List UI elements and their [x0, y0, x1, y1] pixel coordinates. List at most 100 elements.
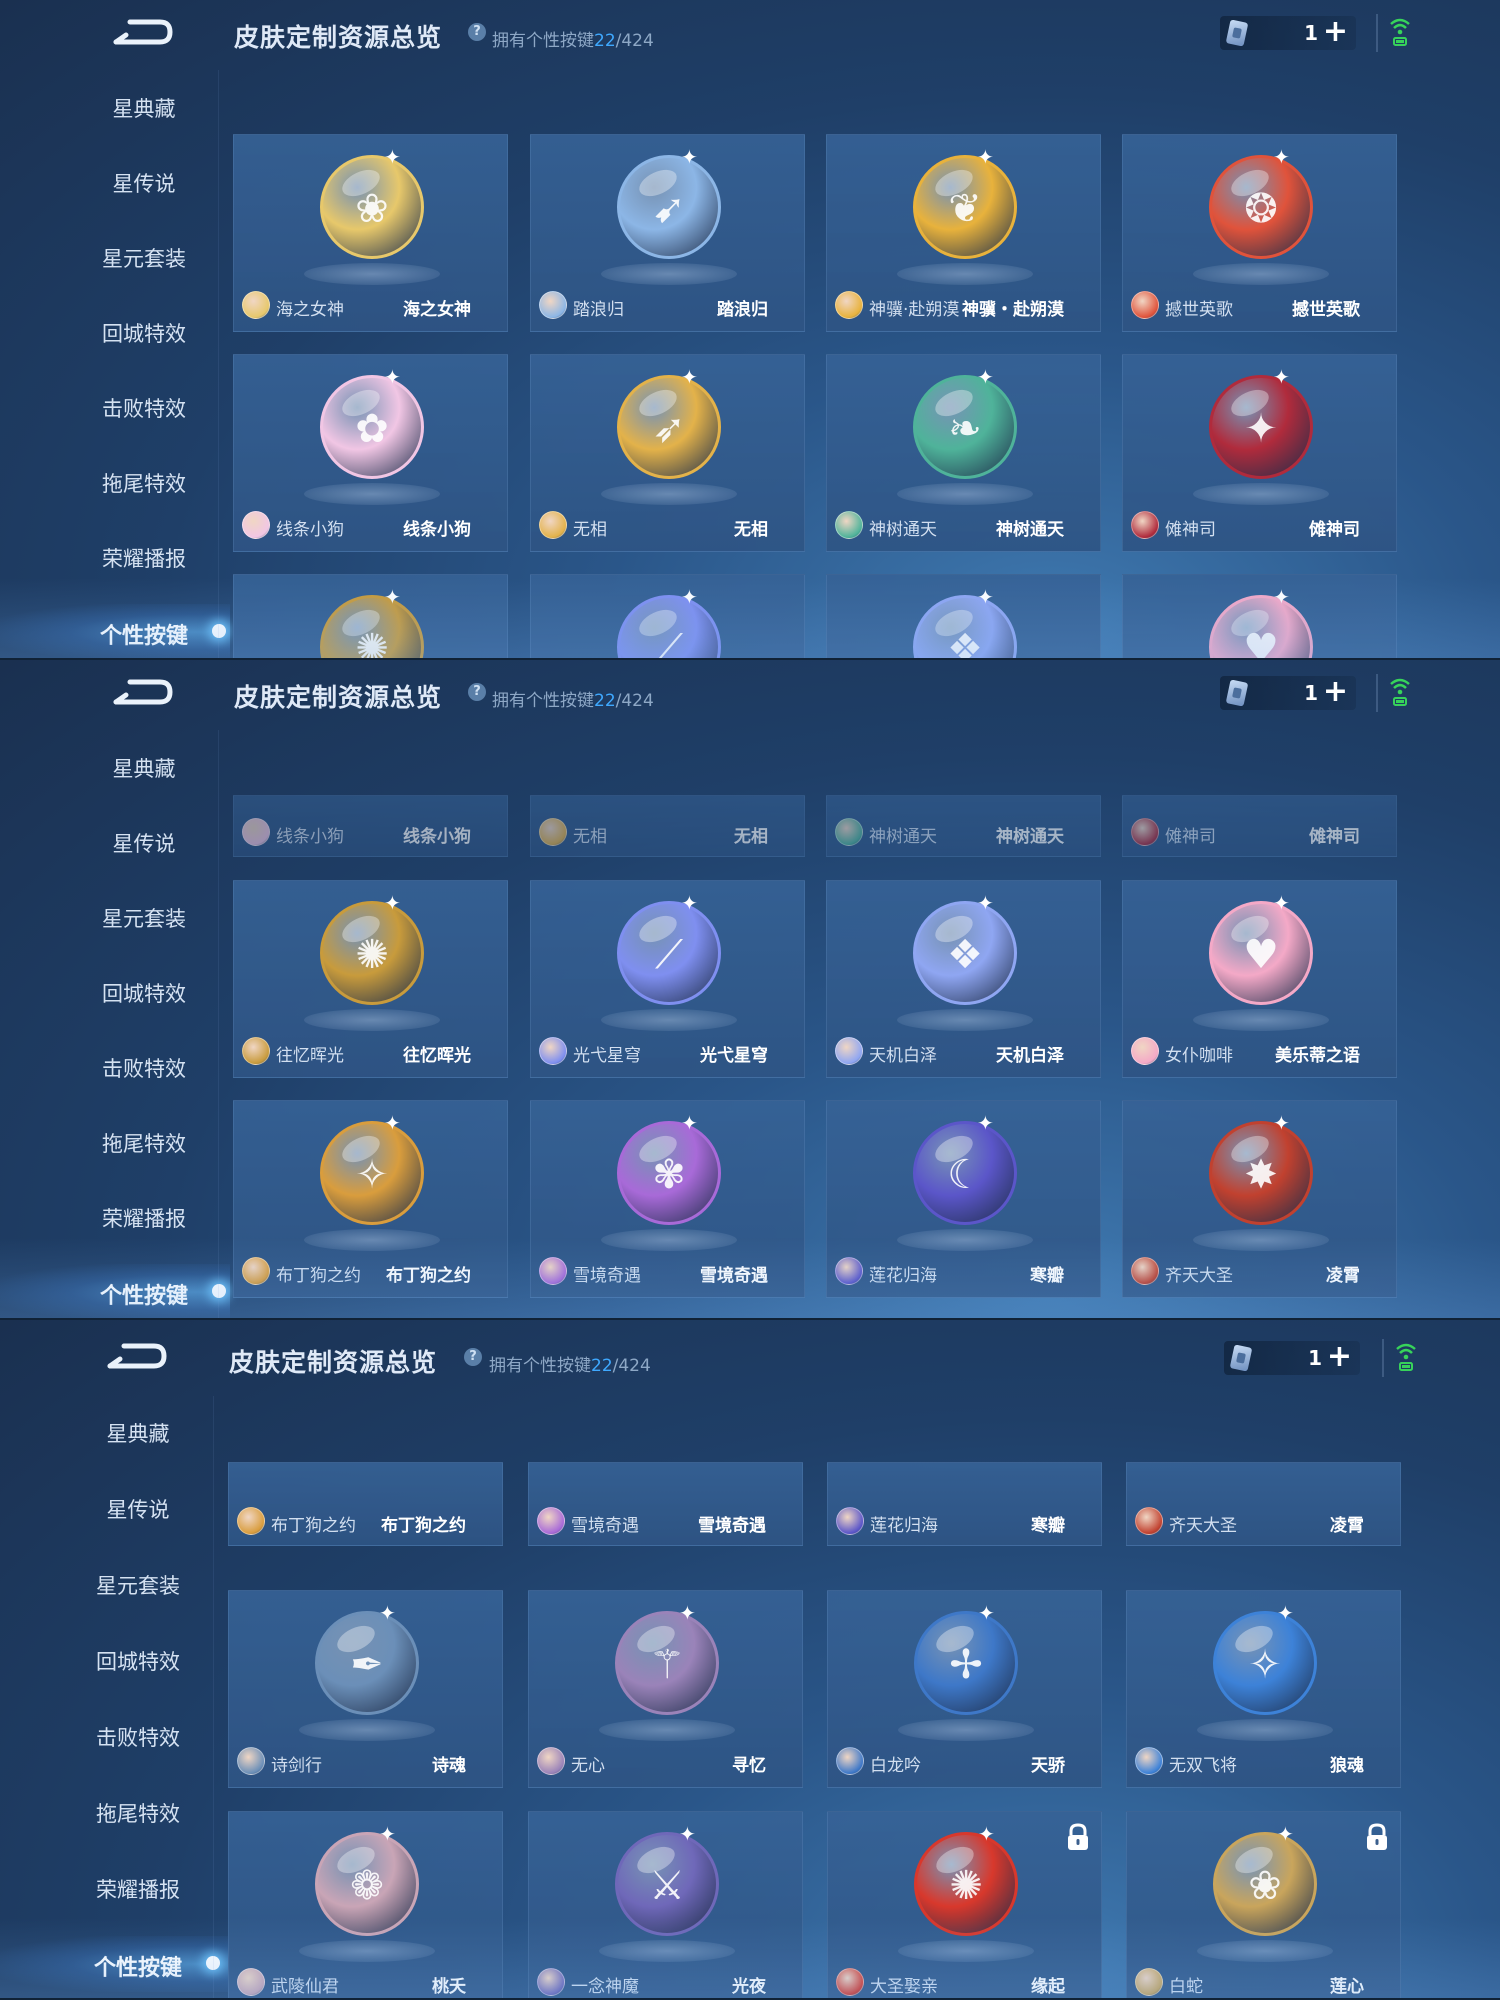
skin-card[interactable]: ✧ ✦ 无双飞将 狼魂 [1126, 1590, 1401, 1788]
skin-card[interactable]: ☾✦莲花归海寒瓣 [826, 1100, 1101, 1298]
skin-card[interactable]: ♥ ✦ [1122, 574, 1397, 660]
hero-name: 莲花归海 [870, 1516, 938, 1536]
skin-card[interactable]: ❀ ✦ 白蛇 莲心 [1126, 1811, 1401, 1998]
hero-avatar [1135, 1747, 1163, 1775]
back-arrow-icon[interactable] [110, 678, 176, 708]
skin-card[interactable]: ✺ ✦ 大圣娶亲 缘起 [827, 1811, 1102, 1998]
hero-name: 傩神司 [1165, 520, 1216, 540]
sidebar-item-kill-effect[interactable]: 击败特效 [60, 393, 228, 423]
sidebar-item-custom-buttons[interactable]: 个性按键 [54, 1950, 222, 1982]
sparkle-icon: ✦ [379, 1601, 396, 1625]
skin-card[interactable]: ✒ ✦ 诗剑行 诗魂 [228, 1590, 503, 1788]
hero-avatar [539, 1037, 567, 1065]
sidebar-item-star-collection[interactable]: 星典藏 [60, 93, 228, 123]
skin-card[interactable]: ❂ ✦ 撼世英歌 撼世英歌 [1122, 134, 1397, 332]
wifi-signal-icon [1390, 678, 1410, 706]
hero-avatar [1131, 511, 1159, 539]
skin-card[interactable]: ❧✦神树通天神树通天 [826, 795, 1101, 857]
skin-card[interactable]: ✧✦布丁狗之约布丁狗之约 [228, 1462, 503, 1546]
help-icon[interactable]: ? [468, 683, 486, 701]
orb-reflection [601, 1229, 737, 1251]
hero-avatar [537, 1507, 565, 1535]
skin-card[interactable]: ⚔ ✦ 一念神魔 光夜 [528, 1811, 803, 1998]
skin-card[interactable]: ✧✦布丁狗之约布丁狗之约 [233, 1100, 508, 1298]
sparkle-icon: ✦ [681, 365, 698, 389]
skin-card[interactable]: ✺ ✦ [233, 574, 508, 658]
skin-card[interactable]: ✿✦线条小狗线条小狗 [233, 795, 508, 857]
sidebar-item-kill-effect[interactable]: 击败特效 [60, 1053, 228, 1083]
hero-avatar [237, 1968, 265, 1996]
sidebar-item-trail-effect[interactable]: 拖尾特效 [60, 468, 228, 498]
sidebar-item-star-suit[interactable]: 星元套装 [54, 1570, 222, 1600]
header-divider [1382, 1339, 1384, 1377]
hero-avatar [1131, 1257, 1159, 1285]
help-icon[interactable]: ? [464, 1348, 482, 1366]
sidebar-item-custom-buttons[interactable]: 个性按键 [60, 618, 228, 650]
skin-card[interactable]: ☾✦莲花归海寒瓣 [827, 1462, 1102, 1546]
help-icon[interactable]: ? [468, 23, 486, 41]
skin-card[interactable]: ➶✦无相无相 [530, 795, 805, 857]
hero-name: 线条小狗 [276, 827, 344, 847]
add-currency-icon[interactable]: + [1323, 677, 1348, 707]
sidebar-item-star-legend[interactable]: 星传说 [54, 1494, 222, 1524]
add-currency-icon[interactable]: + [1323, 17, 1348, 47]
skin-card[interactable]: ❦ ✦ 神骥·赴朔漠 神骥・赴朔漠 [826, 134, 1101, 332]
skin-card[interactable]: ❀ ✦ 海之女神 海之女神 [233, 134, 508, 332]
skin-card[interactable]: ✢ ✦ 白龙吟 天骄 [827, 1590, 1102, 1788]
owned-current: 22 [594, 691, 616, 711]
sidebar-item-star-collection[interactable]: 星典藏 [54, 1418, 222, 1448]
skin-icon-orb: ❖ [913, 901, 1017, 1005]
sidebar-item-recall-effect[interactable]: 回城特效 [54, 1646, 222, 1676]
skin-card[interactable]: ✦✦傩神司傩神司 [1122, 354, 1397, 552]
skin-card[interactable]: ⟋ ✦ [530, 574, 805, 658]
skin-card[interactable]: ❧✦神树通天神树通天 [826, 354, 1101, 552]
add-currency-icon[interactable]: + [1327, 1342, 1352, 1372]
skin-emblem-icon: ♥ [1243, 932, 1279, 978]
back-arrow-icon[interactable] [104, 1342, 170, 1372]
skin-emblem-icon: ❀ [1248, 1863, 1282, 1909]
skin-card[interactable]: ❖ ✦ [826, 574, 1101, 658]
sidebar-item-custom-buttons[interactable]: 个性按键 [60, 1278, 228, 1310]
sidebar-item-kill-effect[interactable]: 击败特效 [54, 1722, 222, 1752]
sidebar-item-star-collection[interactable]: 星典藏 [60, 753, 228, 783]
orb-reflection [304, 1009, 440, 1031]
skin-card[interactable]: ✸✦齐天大圣凌霄 [1126, 1462, 1401, 1546]
page-title: 皮肤定制资源总览 [234, 683, 443, 712]
sidebar-item-star-suit[interactable]: 星元套装 [60, 243, 228, 273]
skin-card[interactable]: ✸✦齐天大圣凌霄 [1122, 1100, 1397, 1298]
hero-name: 齐天大圣 [1169, 1516, 1237, 1536]
hero-avatar [242, 1257, 270, 1285]
skin-emblem-icon: ✦ [1244, 406, 1278, 452]
skin-card[interactable]: ⚚ ✦ 无心 寻忆 [528, 1590, 803, 1788]
skin-card[interactable]: ⟋ ✦ 光弋星穹 光弋星穹 [530, 880, 805, 1078]
skin-card[interactable]: ✾✦雪境奇遇雪境奇遇 [530, 1100, 805, 1298]
skin-card[interactable]: ➹ ✦ 踏浪归 踏浪归 [530, 134, 805, 332]
back-arrow-icon[interactable] [110, 18, 176, 48]
skin-card[interactable]: ❖ ✦ 天机白泽 天机白泽 [826, 880, 1101, 1078]
sidebar-item-star-legend[interactable]: 星传说 [60, 828, 228, 858]
skin-emblem-icon: ❖ [947, 932, 983, 978]
sparkle-icon: ✦ [1277, 1601, 1294, 1625]
hero-name: 布丁狗之约 [271, 1516, 356, 1536]
skin-card[interactable]: ✿✦线条小狗线条小狗 [233, 354, 508, 552]
sidebar-item-recall-effect[interactable]: 回城特效 [60, 318, 228, 348]
skin-card[interactable]: ➶✦无相无相 [530, 354, 805, 552]
sidebar-item-star-legend[interactable]: 星传说 [60, 168, 228, 198]
sidebar-item-recall-effect[interactable]: 回城特效 [60, 978, 228, 1008]
sidebar-item-glory-broadcast[interactable]: 荣耀播报 [54, 1874, 222, 1904]
skin-name: 撼世英歌 [1292, 300, 1360, 320]
sidebar-item-trail-effect[interactable]: 拖尾特效 [60, 1128, 228, 1158]
sidebar-item-star-suit[interactable]: 星元套装 [60, 903, 228, 933]
orb-reflection [897, 1009, 1033, 1031]
sidebar-item-trail-effect[interactable]: 拖尾特效 [54, 1798, 222, 1828]
sidebar-item-glory-broadcast[interactable]: 荣耀播报 [60, 1203, 228, 1233]
skin-card[interactable]: ♥ ✦ 女仆咖啡 美乐蒂之语 [1122, 880, 1397, 1078]
sidebar-item-glory-broadcast[interactable]: 荣耀播报 [60, 543, 228, 573]
skin-card[interactable]: ✺ ✦ 往忆晖光 往忆晖光 [233, 880, 508, 1078]
hero-name: 白蛇 [1169, 1977, 1203, 1997]
skin-card[interactable]: ✾✦雪境奇遇雪境奇遇 [528, 1462, 803, 1546]
skin-card[interactable]: ✦✦傩神司傩神司 [1122, 795, 1397, 857]
page-title: 皮肤定制资源总览 [229, 1348, 438, 1377]
skin-emblem-icon: ♥ [1243, 626, 1279, 660]
skin-card[interactable]: ❁ ✦ 武陵仙君 桃夭 [228, 1811, 503, 1998]
